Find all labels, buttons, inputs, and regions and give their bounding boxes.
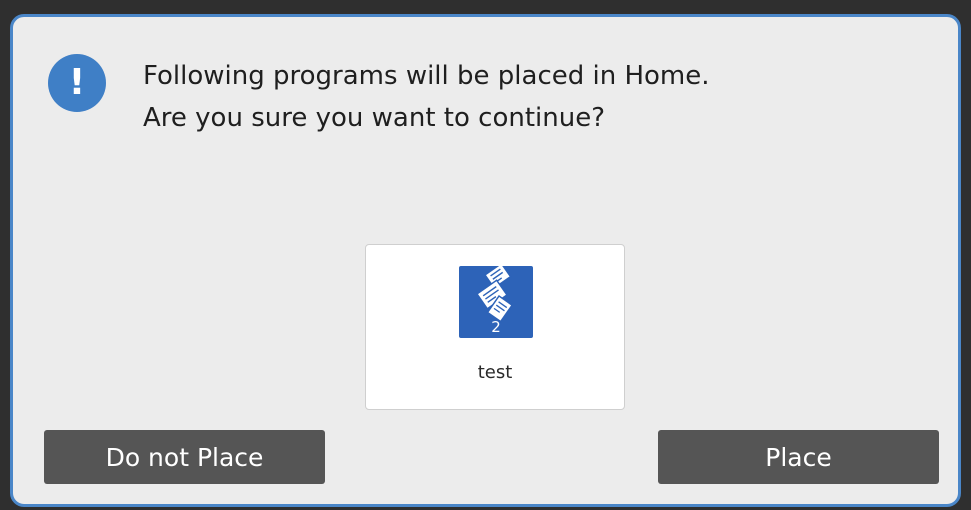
program-name: test <box>477 362 513 383</box>
do-not-place-button[interactable]: Do not Place <box>44 430 325 484</box>
screen-background: ! Following programs will be placed in H… <box>0 0 971 510</box>
confirm-place-dialog: ! Following programs will be placed in H… <box>10 14 961 507</box>
copy-documents-icon: 2 <box>459 266 533 338</box>
message-line-2: Are you sure you want to continue? <box>143 103 605 133</box>
program-count: 2 <box>491 318 501 336</box>
message-line-1: Following programs will be placed in Hom… <box>143 61 710 91</box>
place-button[interactable]: Place <box>658 430 939 484</box>
exclamation-glyph: ! <box>68 62 86 103</box>
program-card: 2 test <box>365 244 625 410</box>
exclamation-icon: ! <box>48 54 106 112</box>
dialog-message: Following programs will be placed in Hom… <box>143 55 923 139</box>
